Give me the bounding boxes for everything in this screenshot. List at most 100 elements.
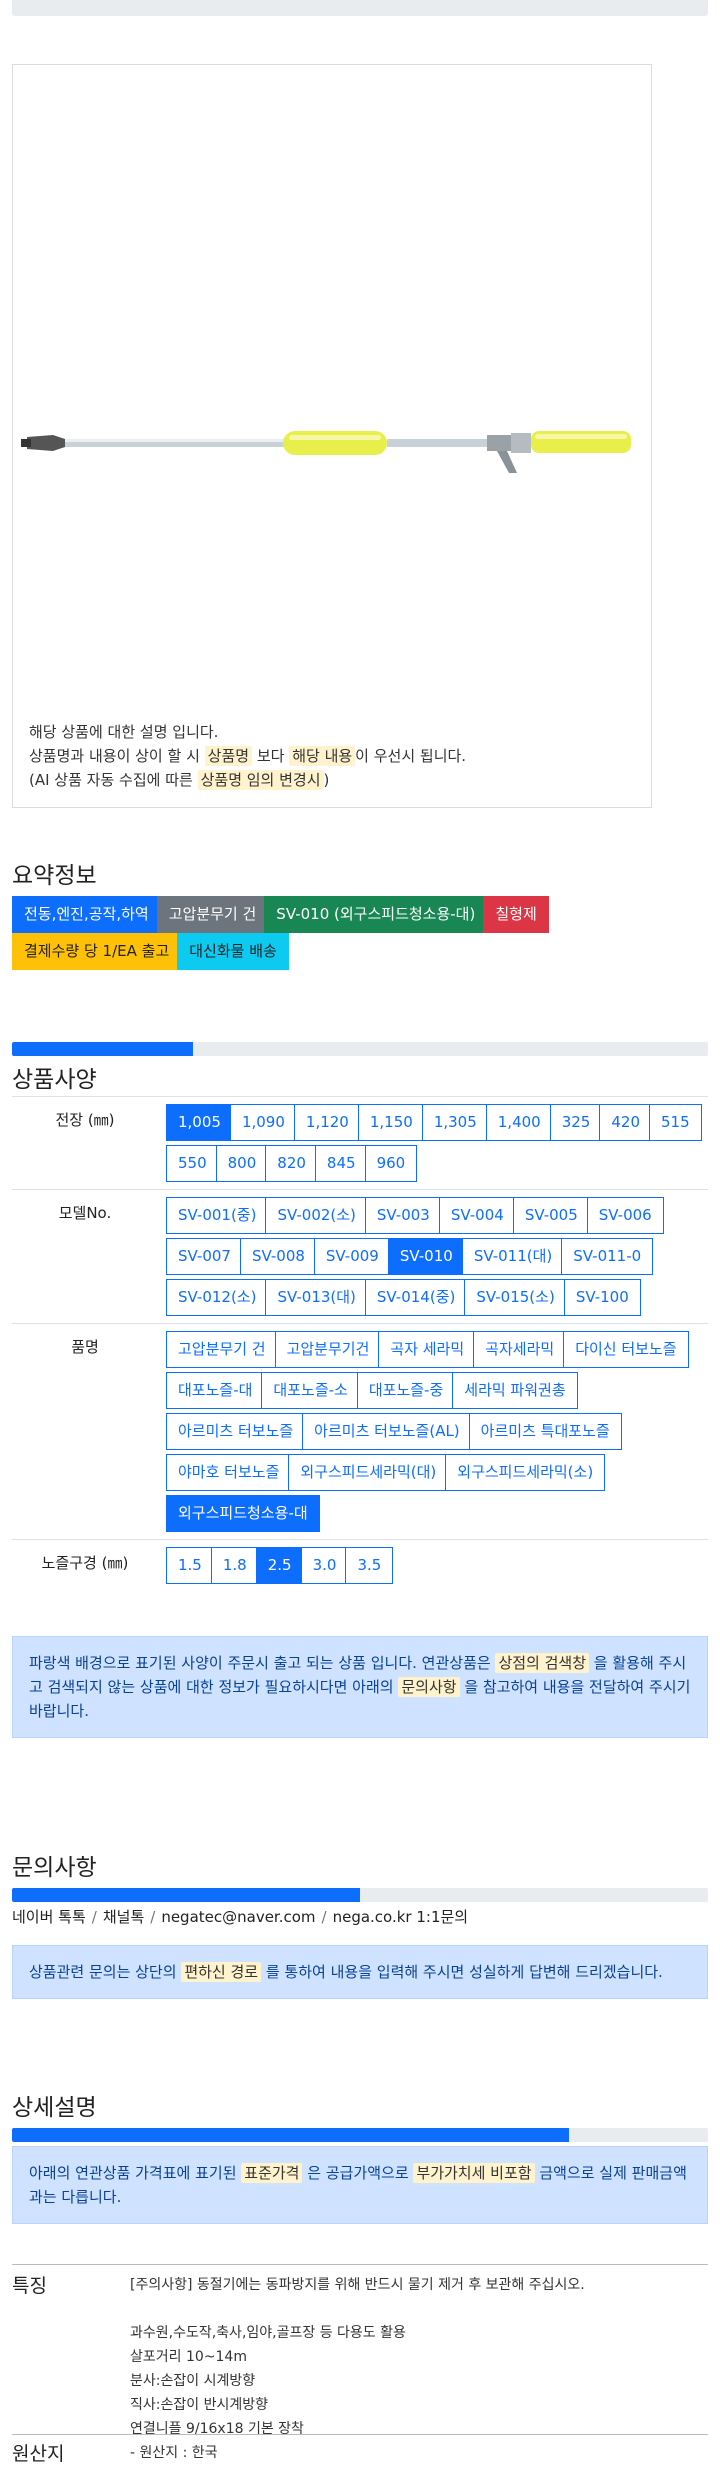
spec-row-label: 모델No.	[12, 1189, 158, 1324]
spec-row-options: SV-001(중) SV-002(소) SV-003 SV-004 SV-005 SV-0…	[158, 1189, 708, 1324]
spec-row-label: 노즐구경 (㎜)	[12, 1539, 158, 1591]
alert-text: 파랑색 배경으로 표기된 사양이 주문시 출고 되는 상품 입니다. 연관상품은	[29, 1654, 496, 1672]
origin-row: 원산지 - 원산지 : 한국	[12, 2434, 708, 2475]
spec-option[interactable]: SV-005	[512, 1197, 590, 1234]
spec-row: 모델No. SV-001(중) SV-002(소) SV-003 SV-004 SV-00…	[12, 1189, 708, 1324]
spec-option[interactable]: 3.5	[345, 1547, 394, 1584]
spec-option[interactable]: 1,150	[357, 1104, 425, 1141]
spec-option[interactable]: 아르미츠 특대포노즐	[468, 1413, 622, 1450]
spec-title: 상품사양	[12, 1067, 97, 1093]
spec-option[interactable]: 세라믹 파워권총	[452, 1372, 578, 1409]
feature-line: [주의사항] 동절기에는 동파방지를 위해 반드시 물기 제거 후 보관해 주십…	[130, 2277, 585, 2293]
product-detail-page: 해당 상품에 대한 설명 입니다. 상품명과 내용이 상이 할 시 상품명 보다…	[0, 0, 720, 2475]
spec-option[interactable]: 대포노즐-소	[261, 1372, 360, 1409]
spec-option[interactable]: 960	[364, 1145, 418, 1182]
channel-site-inquiry[interactable]: nega.co.kr 1:1문의	[333, 1908, 469, 1926]
spec-option[interactable]: SV-014(중)	[364, 1279, 468, 1316]
spec-option[interactable]: 845	[314, 1145, 368, 1182]
spec-option[interactable]: 820	[265, 1145, 318, 1182]
spec-option[interactable]: SV-012(소)	[166, 1279, 269, 1316]
badge-brand: 칠형제	[483, 896, 549, 933]
notice-line-1: 해당 상품에 대한 설명 입니다.	[29, 723, 219, 741]
spec-option[interactable]: SV-002(소)	[265, 1197, 368, 1234]
spec-option[interactable]: 아르미츠 터보노즐(AL)	[302, 1413, 472, 1450]
spec-option[interactable]: 1,305	[421, 1104, 489, 1141]
spec-option-selected[interactable]: 2.5	[255, 1547, 304, 1584]
highlight-route: 편하신 경로	[181, 1962, 262, 1982]
separator: /	[150, 1908, 156, 1926]
channel-naver-talk[interactable]: 네이버 톡톡	[12, 1908, 86, 1926]
spec-option[interactable]: 800	[215, 1145, 269, 1182]
alert-text: 를 통하여 내용을 입력해 주시면 성실하게 답변해 드리겠습니다.	[261, 1963, 663, 1981]
spec-option[interactable]: 325	[549, 1104, 603, 1141]
spec-option[interactable]: SV-015(소)	[464, 1279, 567, 1316]
detail-title: 상세설명	[12, 2095, 97, 2121]
feature-label: 특징	[12, 2275, 47, 2297]
spec-option[interactable]: 대포노즐-중	[356, 1372, 456, 1409]
spec-progress-fill	[12, 1042, 193, 1056]
notice-text: 상품명과 내용이 상이 할 시	[29, 747, 205, 765]
spec-option-selected[interactable]: 외구스피드청소용-대	[166, 1495, 320, 1532]
spec-option[interactable]: SV-013(대)	[265, 1279, 368, 1316]
alert-text: 은 공급가액으로	[302, 2164, 414, 2182]
spec-option[interactable]: 고압분무기 건	[166, 1331, 278, 1368]
spec-row-options: 1,005 1,090 1,120 1,150 1,305 1,400 325 420 515 5…	[158, 1096, 708, 1190]
spec-option[interactable]: SV-011(대)	[461, 1238, 565, 1275]
spec-option[interactable]: 다이신 터보노즐	[563, 1331, 689, 1368]
badge-category: 전동,엔진,공작,하역	[12, 896, 161, 933]
detail-alert: 아래의 연관상품 가격표에 표기된 표준가격 은 공급가액으로 부가가치세 비포…	[12, 2146, 708, 2224]
spec-option[interactable]: SV-003	[364, 1197, 442, 1234]
highlight-content: 해당 내용	[289, 746, 356, 766]
spec-option[interactable]: 대포노즐-대	[166, 1372, 265, 1409]
spec-option[interactable]: SV-006	[586, 1197, 664, 1234]
badge-delivery: 대신화물 배송	[177, 933, 289, 970]
spec-option[interactable]: 1.5	[166, 1547, 214, 1584]
spec-row-label: 전장 (㎜)	[12, 1096, 158, 1190]
spec-option[interactable]: SV-100	[563, 1279, 641, 1316]
spec-option[interactable]: 1,400	[485, 1104, 553, 1141]
product-image-box: 해당 상품에 대한 설명 입니다. 상품명과 내용이 상이 할 시 상품명 보다…	[12, 64, 652, 808]
spec-option[interactable]: 외구스피드세라믹(소)	[445, 1454, 606, 1491]
spec-option[interactable]: 3.0	[300, 1547, 349, 1584]
spec-option-selected[interactable]: 1,005	[166, 1104, 233, 1141]
badge-shipping-qty: 결제수량 당 1/EA 출고	[12, 933, 182, 970]
spec-option[interactable]: SV-009	[313, 1238, 391, 1275]
spec-option[interactable]: SV-004	[438, 1197, 516, 1234]
separator: /	[91, 1908, 97, 1926]
spec-option[interactable]: 외구스피드세라믹(대)	[288, 1454, 449, 1491]
spec-option[interactable]: 곡자세라믹	[473, 1331, 567, 1368]
spec-row: 노즐구경 (㎜) 1.5 1.8 2.5 3.0 3.5	[12, 1539, 708, 1591]
spec-option[interactable]: SV-008	[239, 1238, 317, 1275]
spec-option[interactable]: 야마호 터보노즐	[166, 1454, 292, 1491]
spec-option[interactable]: SV-007	[166, 1238, 243, 1275]
spec-option[interactable]: 곡자 세라믹	[378, 1331, 477, 1368]
inquiry-alert: 상품관련 문의는 상단의 편하신 경로 를 통하여 내용을 입력해 주시면 성실…	[12, 1945, 708, 1999]
spec-row-options: 고압분무기 건 고압분무기건 곡자 세라믹 곡자세라믹 다이신 터보노즐대포노즐-대 대포…	[158, 1323, 708, 1540]
spec-option-selected[interactable]: SV-010	[387, 1238, 465, 1275]
inquiry-title: 문의사항	[12, 1855, 97, 1881]
spec-option[interactable]: 고압분무기건	[274, 1331, 382, 1368]
spec-option[interactable]: 1,120	[293, 1104, 361, 1141]
feature-line: 분사:손잡이 시계방향	[130, 2373, 256, 2389]
spec-option[interactable]: 515	[649, 1104, 702, 1141]
spec-option[interactable]: 550	[166, 1145, 219, 1182]
detail-progress	[12, 2128, 708, 2142]
spec-option[interactable]: 420	[599, 1104, 652, 1141]
spray-gun-image	[21, 431, 631, 473]
highlight-standard-price: 표준가격	[241, 2163, 303, 2183]
spec-option[interactable]: SV-001(중)	[166, 1197, 269, 1234]
highlight-inquiry: 문의사항	[398, 1677, 460, 1697]
notice-text: 이 우선시 됩니다.	[355, 747, 467, 765]
channel-email[interactable]: negatec@naver.com	[161, 1908, 315, 1926]
spec-option[interactable]: 1,090	[229, 1104, 297, 1141]
spec-option[interactable]: SV-011-0	[561, 1238, 654, 1275]
spec-option[interactable]: 아르미츠 터보노즐	[166, 1413, 306, 1450]
notice-text: 보다	[252, 747, 290, 765]
spec-row: 품명 고압분무기 건 고압분무기건 곡자 세라믹 곡자세라믹 다이신 터보노즐대포노즐-대…	[12, 1323, 708, 1540]
origin-label: 원산지	[12, 2443, 65, 2465]
notice-line-2: 상품명과 내용이 상이 할 시 상품명 보다 해당 내용 이 우선시 됩니다.	[29, 744, 466, 768]
spec-option[interactable]: 1.8	[210, 1547, 259, 1584]
spec-table: 전장 (㎜) 1,005 1,090 1,120 1,150 1,305 1,400 325 4…	[12, 1096, 708, 1591]
channel-channeltalk[interactable]: 채널톡	[103, 1908, 144, 1926]
alert-text: 상품관련 문의는 상단의	[29, 1963, 182, 1981]
